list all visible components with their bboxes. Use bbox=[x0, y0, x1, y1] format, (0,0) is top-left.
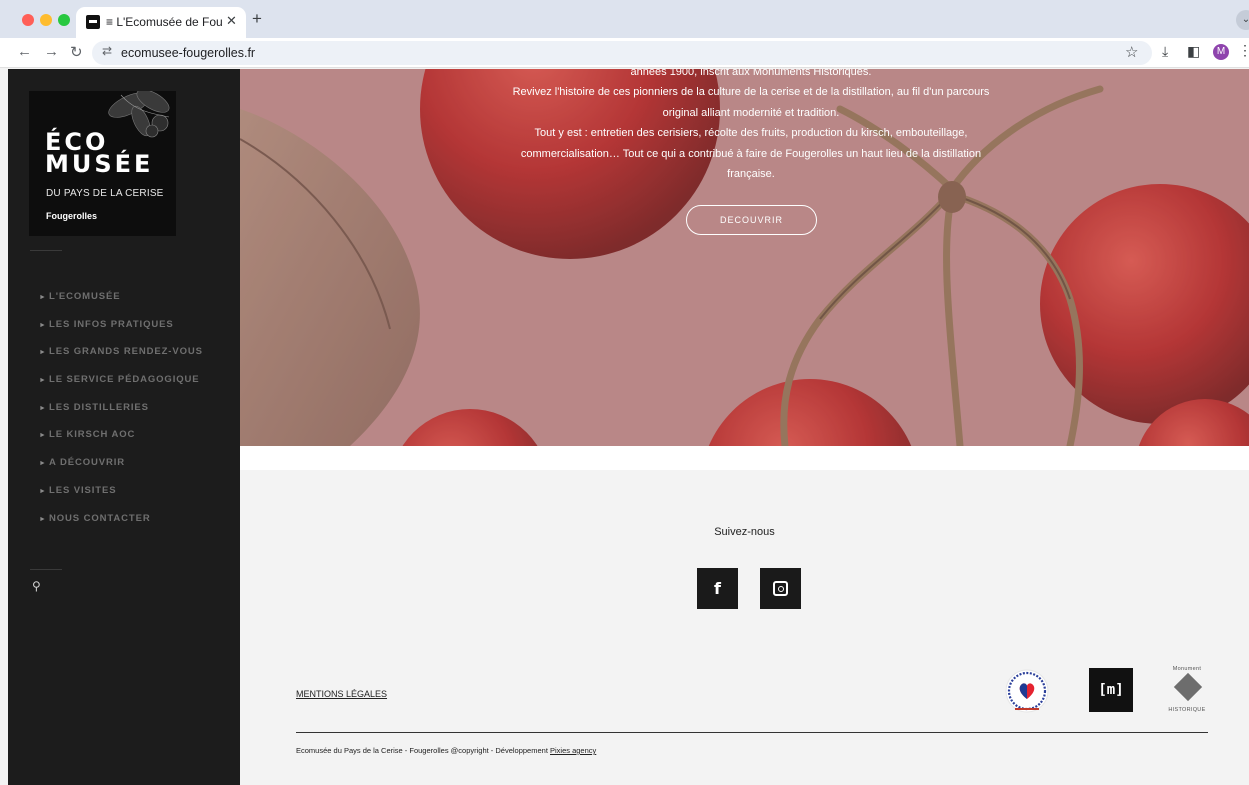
menu-item-label: LE KIRSCH AOC bbox=[49, 429, 136, 441]
forward-icon[interactable]: → bbox=[44, 43, 59, 60]
menu-item-a-decouvrir[interactable]: ► A DÉCOUVRIR bbox=[39, 457, 203, 485]
menu-item-distilleries[interactable]: ► LES DISTILLERIES bbox=[39, 402, 203, 430]
copyright-text: Ecomusée du Pays de la Cerise - Fougerol… bbox=[296, 746, 596, 755]
menu-item-label: LE SERVICE PÉDAGOGIQUE bbox=[49, 374, 200, 386]
white-band bbox=[240, 446, 1249, 470]
hero-line: commercialisation… Tout ce qui a contrib… bbox=[520, 147, 982, 160]
sidebar-divider bbox=[30, 250, 62, 251]
browser-menu-icon[interactable]: ⋮ bbox=[1238, 42, 1249, 59]
hero-banner: années 1900, inscrit aux Monuments Histo… bbox=[240, 69, 1249, 446]
site-logo[interactable]: ÉCO MUSÉE DU PAYS DE LA CERISE Fougeroll… bbox=[29, 91, 176, 236]
historique-label: HISTORIQUE bbox=[1168, 707, 1206, 713]
tab-search-icon[interactable]: ⌄ bbox=[1236, 10, 1249, 30]
instagram-lens bbox=[778, 586, 784, 592]
arrow-right-icon: ► bbox=[39, 377, 47, 385]
menu-item-ecomusee[interactable]: ► L'ECOMUSÉE bbox=[39, 291, 203, 319]
logo-subtitle: DU PAYS DE LA CERISE bbox=[46, 188, 164, 199]
arrow-right-icon: ► bbox=[39, 404, 47, 412]
menu-item-kirsch-aoc[interactable]: ► LE KIRSCH AOC bbox=[39, 429, 203, 457]
follow-us-heading: Suivez-nous bbox=[714, 526, 775, 538]
monument-historique-badge: Monument HISTORIQUE bbox=[1159, 664, 1215, 714]
close-tab-icon[interactable]: ✕ bbox=[226, 13, 237, 29]
arrow-right-icon: ► bbox=[39, 349, 47, 357]
monument-label: Monument bbox=[1172, 666, 1202, 672]
menu-item-visites[interactable]: ► LES VISITES bbox=[39, 485, 203, 513]
arrow-right-icon: ► bbox=[39, 460, 47, 468]
main-menu: ► L'ECOMUSÉE ► LES INFOS PRATIQUES ► LES GR… bbox=[39, 291, 203, 540]
menu-item-label: NOUS CONTACTER bbox=[49, 512, 151, 524]
arrow-right-icon: ► bbox=[39, 294, 47, 301]
browser-window: ≡ L'Ecomusée de Fougerolles ✕ + ⌄ ← → ↻ … bbox=[0, 0, 1249, 785]
bookmark-star-icon[interactable]: ☆ bbox=[1125, 43, 1138, 61]
close-window-button[interactable] bbox=[22, 14, 34, 26]
menu-item-label: LES GRANDS RENDEZ-VOUS bbox=[49, 346, 203, 358]
instagram-icon bbox=[773, 581, 788, 596]
minimize-window-button[interactable] bbox=[40, 14, 52, 26]
hero-line: original alliant modernité et tradition. bbox=[662, 106, 840, 119]
footer-divider bbox=[296, 732, 1208, 733]
browser-toolbar: ← → ↻ ⇄ ecomusee-fougerolles.fr ☆ ⤓ ◧ M … bbox=[0, 38, 1249, 68]
hero-line: Revivez l'histoire de ces pionniers de l… bbox=[512, 86, 990, 99]
agency-link[interactable]: Pixies agency bbox=[550, 746, 596, 755]
logo-town: Fougerolles bbox=[46, 211, 98, 221]
menu-item-service-pedagogique[interactable]: ► LE SERVICE PÉDAGOGIQUE bbox=[39, 374, 203, 402]
destination-excellence-badge bbox=[1005, 669, 1049, 713]
hero-line: Tout y est : entretien des cerisiers, ré… bbox=[534, 127, 968, 140]
sidebar-divider bbox=[30, 569, 62, 570]
side-panel-icon[interactable]: ◧ bbox=[1187, 43, 1200, 60]
menu-item-label: A DÉCOUVRIR bbox=[49, 457, 126, 469]
legal-notice-link[interactable]: MENTIONS LÉGALES bbox=[296, 689, 387, 699]
tab-strip: ≡ L'Ecomusée de Fougerolles ✕ + ⌄ bbox=[0, 0, 1249, 38]
hero-line: années 1900, inscrit aux Monuments Histo… bbox=[630, 69, 872, 78]
monument-emblem-icon bbox=[1173, 672, 1203, 702]
new-tab-icon[interactable]: + bbox=[252, 9, 262, 29]
m-label-badge: [m] bbox=[1089, 668, 1133, 712]
arrow-right-icon: ► bbox=[39, 515, 47, 523]
arrow-right-icon: ► bbox=[39, 432, 47, 440]
copyright-label: Ecomusée du Pays de la Cerise - Fougerol… bbox=[296, 746, 550, 755]
address-bar[interactable]: ⇄ ecomusee-fougerolles.fr ☆ bbox=[92, 41, 1152, 65]
profile-avatar[interactable]: M bbox=[1213, 44, 1229, 60]
menu-item-label: LES DISTILLERIES bbox=[49, 401, 149, 413]
web-page: ÉCO MUSÉE DU PAYS DE LA CERISE Fougeroll… bbox=[8, 69, 1249, 785]
menu-item-infos-pratiques[interactable]: ► LES INFOS PRATIQUES bbox=[39, 319, 203, 347]
hero-description: années 1900, inscrit aux Monuments Histo… bbox=[500, 69, 1002, 184]
download-icon[interactable]: ⤓ bbox=[1162, 43, 1168, 60]
discover-button[interactable]: DECOUVRIR bbox=[686, 205, 817, 235]
menu-item-grands-rendez-vous[interactable]: ► LES GRANDS RENDEZ-VOUS bbox=[39, 346, 203, 374]
hero-line: française. bbox=[727, 168, 775, 181]
arrow-right-icon: ► bbox=[39, 321, 47, 329]
logo-title-line2: MUSÉE bbox=[45, 150, 154, 178]
search-icon[interactable]: ⚲ bbox=[32, 579, 41, 593]
favicon-icon bbox=[86, 15, 100, 29]
menu-item-label: LES VISITES bbox=[49, 484, 117, 496]
instagram-button[interactable] bbox=[760, 568, 801, 609]
back-icon[interactable]: ← bbox=[17, 43, 32, 60]
facebook-button[interactable]: f bbox=[697, 568, 738, 609]
sidebar: ÉCO MUSÉE DU PAYS DE LA CERISE Fougeroll… bbox=[8, 69, 240, 785]
url-text[interactable]: ecomusee-fougerolles.fr bbox=[121, 46, 255, 60]
reload-icon[interactable]: ↻ bbox=[70, 43, 83, 61]
maximize-window-button[interactable] bbox=[58, 14, 70, 26]
arrow-right-icon: ► bbox=[39, 487, 47, 495]
menu-item-label: L'ECOMUSÉE bbox=[49, 291, 121, 302]
menu-item-contact[interactable]: ► NOUS CONTACTER bbox=[39, 513, 203, 541]
tab-title: ≡ L'Ecomusée de Fougerolles bbox=[106, 15, 222, 29]
site-info-icon[interactable]: ⇄ bbox=[102, 44, 112, 58]
browser-tab[interactable]: ≡ L'Ecomusée de Fougerolles ✕ bbox=[76, 7, 246, 38]
menu-item-label: LES INFOS PRATIQUES bbox=[49, 318, 174, 330]
